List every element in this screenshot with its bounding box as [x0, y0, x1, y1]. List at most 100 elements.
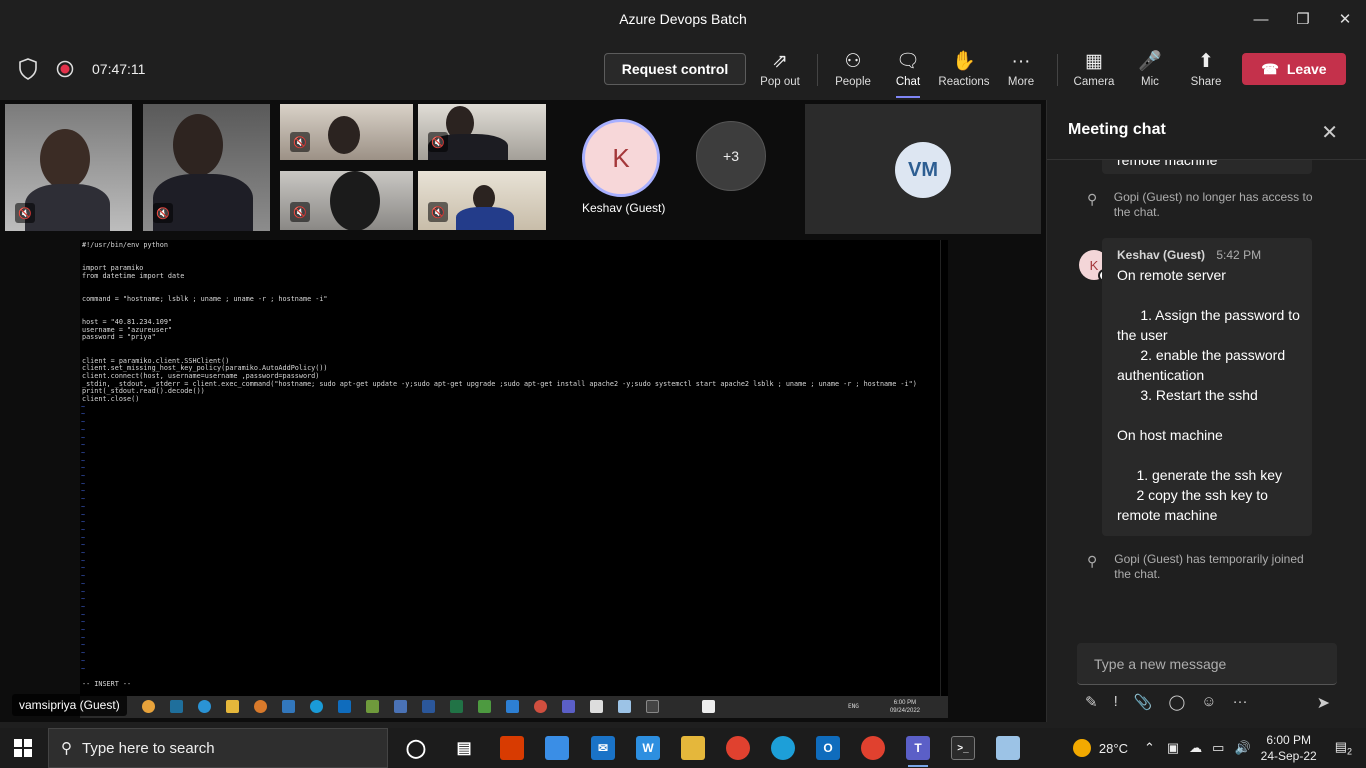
outlook-icon[interactable]: O: [816, 736, 840, 760]
message-body: On remote server 1. Assign the password …: [1117, 267, 1300, 523]
edge-icon[interactable]: [771, 736, 795, 760]
notification-count: 2: [1346, 746, 1352, 757]
scrollbar[interactable]: [940, 240, 948, 696]
important-icon[interactable]: !: [1114, 693, 1118, 711]
excel-icon: [450, 700, 463, 713]
mail-icon[interactable]: ✉: [591, 736, 615, 760]
more-icon: ···: [1011, 51, 1031, 72]
teams-icon: [562, 700, 575, 713]
notifications-icon[interactable]: ▤2: [1335, 739, 1352, 757]
avatar-initial: K: [612, 142, 630, 173]
emoji-icon[interactable]: ☺: [1201, 693, 1216, 711]
taskbar-clock[interactable]: 6:00 PM 24-Sep-22: [1261, 732, 1317, 764]
more-options-icon[interactable]: ···: [1233, 693, 1248, 711]
reactions-button[interactable]: ✋ Reactions: [936, 50, 992, 96]
clock-date: 24-Sep-22: [1260, 749, 1317, 763]
participant-video-tile[interactable]: 🔇: [5, 104, 132, 231]
folder-icon: [226, 700, 239, 713]
shield-icon: [19, 58, 37, 80]
send-icon[interactable]: ➤: [1317, 693, 1330, 713]
skype-icon: [310, 700, 323, 713]
vim-mode: -- INSERT --: [82, 680, 132, 688]
request-control-button[interactable]: Request control: [604, 53, 746, 85]
participant-video-tile[interactable]: 🔇: [418, 171, 546, 230]
share-icon: ⬆: [1198, 51, 1214, 72]
file-explorer-icon[interactable]: [681, 736, 705, 760]
taskbar-search[interactable]: ⚲ Type here to search: [48, 728, 388, 768]
system-message: ⚲ Gopi (Guest) no longer has access to t…: [1087, 190, 1317, 220]
shared-date: 09/24/2022: [889, 708, 920, 714]
message-time: 5:42 PM: [1216, 248, 1262, 262]
app-icon: [366, 700, 379, 713]
participant-video-tile[interactable]: 🔇: [418, 104, 546, 160]
mic-button[interactable]: 🎤 Mic: [1122, 50, 1178, 96]
app-icon[interactable]: W: [636, 736, 660, 760]
people-button[interactable]: ⚇ People: [825, 50, 881, 96]
battery-icon[interactable]: ▭: [1212, 740, 1224, 756]
participant-video-tile[interactable]: 🔇: [143, 104, 270, 231]
maximize-icon[interactable]: ❐: [1282, 0, 1324, 38]
participant-name: Keshav (Guest): [582, 201, 666, 215]
windows-taskbar: ⚲ Type here to search ◯ ▤ ✉ W O T >_ 28°…: [0, 728, 1366, 768]
share-button[interactable]: ⬆ Share: [1178, 50, 1234, 96]
meeting-timer: 07:47:11: [92, 61, 146, 77]
clock-time: 6:00 PM: [1266, 733, 1312, 747]
code-line: _stdin, _stdout, _stderr = client.exec_c…: [82, 379, 917, 388]
participant-avatar-keshav[interactable]: K: [582, 119, 660, 197]
mic-muted-icon: 🔇: [428, 132, 448, 152]
participant-video-tile[interactable]: 🔇: [280, 171, 413, 230]
chat-button[interactable]: 🗨 Chat: [880, 50, 936, 98]
system-message-text: Gopi (Guest) no longer has access to the…: [1113, 190, 1313, 219]
app-icon: [590, 700, 603, 713]
app-icon[interactable]: [996, 736, 1020, 760]
code-line: command = "hostname; lsblk ; uname ; una…: [82, 294, 328, 303]
code-line: password = "priya": [82, 333, 156, 342]
more-participants-button[interactable]: +3: [696, 121, 766, 191]
app-icon: [254, 700, 267, 713]
participant-video-tile[interactable]: 🔇: [280, 104, 413, 160]
store-icon[interactable]: [545, 736, 569, 760]
avatar-initials: VM: [908, 158, 938, 181]
meet-now-icon[interactable]: ▣: [1167, 740, 1179, 756]
code-line: from datetime import date: [82, 271, 185, 280]
chrome-icon[interactable]: [861, 736, 885, 760]
app-icon: [394, 700, 407, 713]
close-chat-icon[interactable]: ✕: [1321, 120, 1338, 145]
message-input[interactable]: Type a new message: [1077, 643, 1337, 685]
close-icon[interactable]: ✕: [1324, 0, 1366, 38]
terminal-icon: [646, 700, 659, 713]
meeting-toolbar: 07:47:11 Request control ⇗ Pop out ⚇ Peo…: [0, 38, 1366, 100]
windows-start-icon[interactable]: [14, 739, 32, 757]
reactions-label: Reactions: [938, 76, 990, 88]
format-icon[interactable]: ✎: [1085, 693, 1098, 711]
chat-message[interactable]: Keshav (Guest) 5:42 PM On remote server …: [1102, 238, 1312, 536]
more-button[interactable]: ··· More: [993, 50, 1049, 96]
terminal-icon[interactable]: >_: [951, 736, 975, 760]
loop-icon[interactable]: ◯: [1168, 693, 1185, 711]
office-icon[interactable]: [500, 736, 524, 760]
chrome-icon[interactable]: [726, 736, 750, 760]
weather-temp[interactable]: 28°C: [1099, 741, 1128, 756]
pop-out-label: Pop out: [760, 76, 800, 88]
pop-out-button[interactable]: ⇗ Pop out: [752, 50, 808, 96]
phone-hangup-icon: ☎: [1261, 60, 1279, 77]
volume-icon[interactable]: 🔊: [1234, 740, 1250, 756]
window-title: Azure Devops Batch: [619, 11, 747, 27]
task-view-icon[interactable]: ▤: [452, 736, 476, 760]
system-message: ⚲ Gopi (Guest) has temporarily joined th…: [1087, 552, 1317, 582]
cloud-icon[interactable]: ☁: [1189, 740, 1202, 756]
shared-screen[interactable]: #!/usr/bin/env python import paramiko from…: [80, 240, 948, 718]
camera-button[interactable]: ▦ Camera: [1066, 50, 1122, 96]
participant-tile-vm[interactable]: VM: [805, 104, 1041, 234]
shared-taskbar: ENG 6:00 PM 09/24/2022: [80, 696, 948, 718]
app-icon: [618, 700, 631, 713]
teams-icon[interactable]: T: [906, 736, 930, 767]
cortana-icon[interactable]: ◯: [404, 736, 428, 760]
code-line: client.close(): [82, 395, 140, 403]
chat-title: Meeting chat: [1068, 120, 1166, 138]
leave-button[interactable]: ☎ Leave: [1242, 53, 1346, 85]
mic-off-icon: 🎤: [1138, 51, 1162, 72]
chevron-up-icon[interactable]: ⌃: [1144, 740, 1155, 756]
attach-icon[interactable]: 📎: [1134, 693, 1153, 711]
minimize-icon[interactable]: —: [1240, 0, 1282, 38]
